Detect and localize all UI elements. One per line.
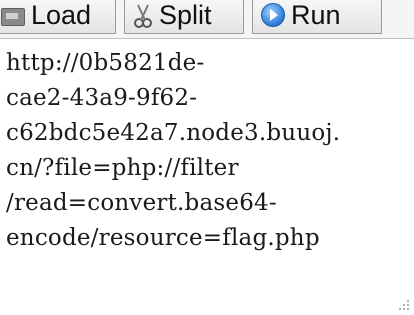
toolbar: Load Split Run [0,0,414,39]
url-line: encode/resource=flag.php [6,225,320,251]
run-button[interactable]: Run [252,0,382,34]
url-line: c62bdc5e42a7.node3.buuoj. [6,120,341,146]
load-icon [1,8,25,26]
url-line: /read=convert.base64- [6,190,277,216]
url-textarea[interactable]: http://0b5821de- cae2-43a9-9f62- c62bdc5… [0,38,414,315]
split-icon [134,4,152,28]
split-button-label: Split [159,0,212,30]
url-line: cae2-43a9-9f62- [6,85,198,111]
run-button-label: Run [291,0,341,30]
url-line: http://0b5821de- [6,50,205,76]
url-line: cn/?file=php://filter [6,155,239,181]
run-icon [261,3,285,27]
load-button[interactable]: Load [0,0,116,34]
resize-grip-icon[interactable] [398,299,410,311]
split-button[interactable]: Split [124,0,244,34]
load-button-label: Load [31,0,92,30]
